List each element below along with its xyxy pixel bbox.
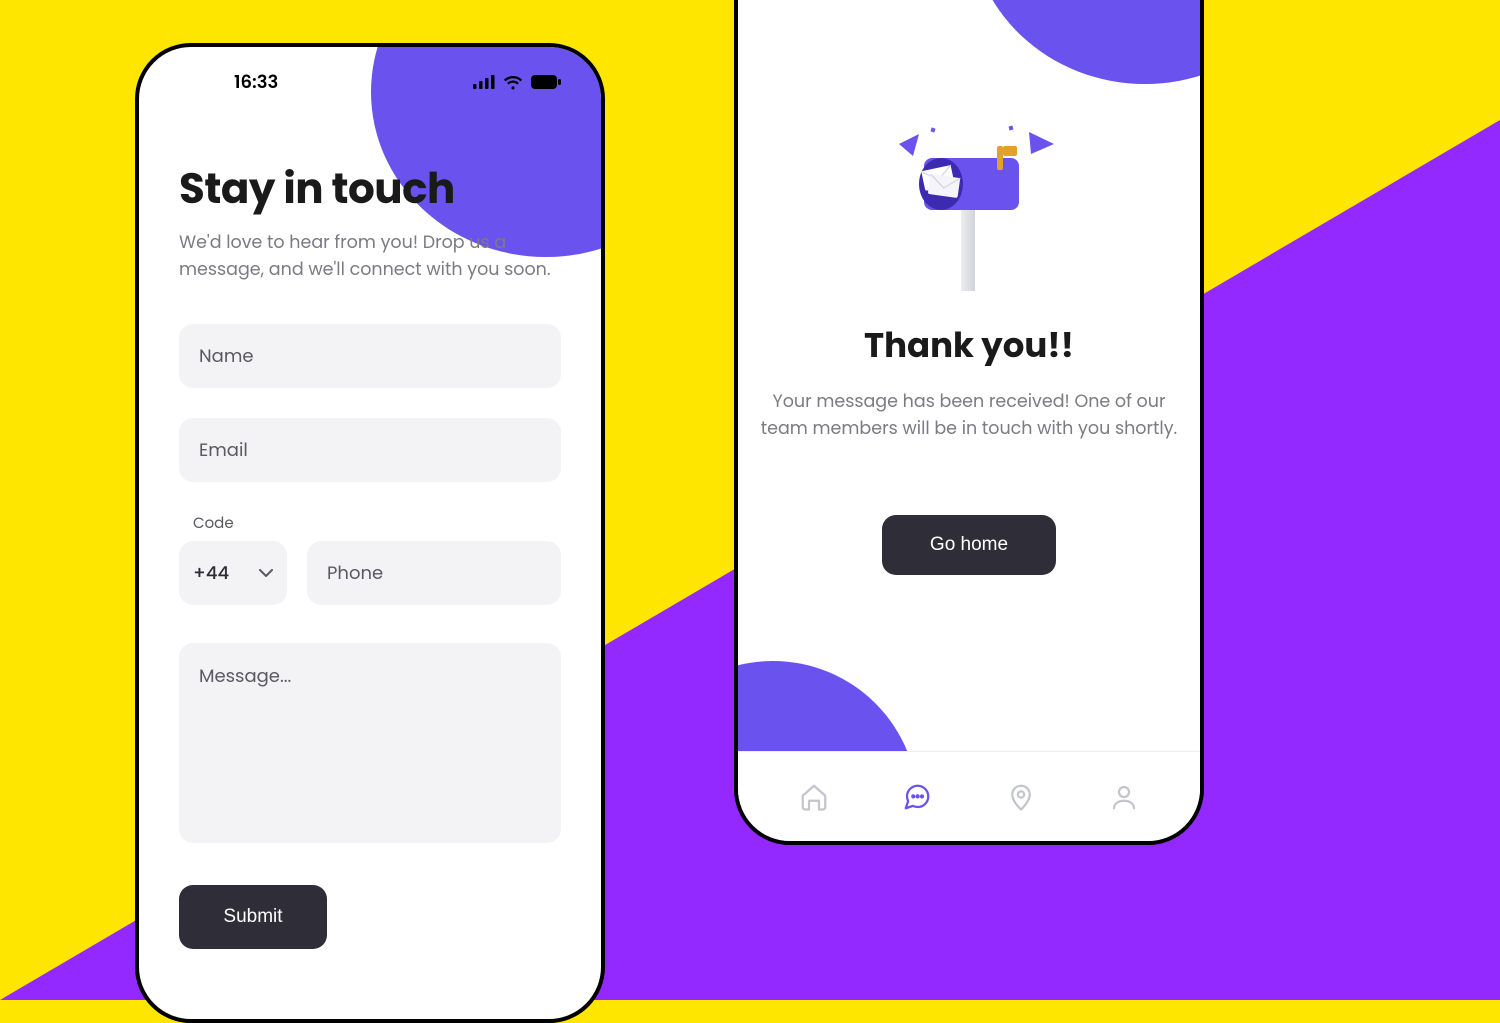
chevron-down-icon bbox=[259, 569, 273, 578]
name-placeholder: Name bbox=[199, 343, 254, 370]
message-field[interactable]: Message... bbox=[179, 643, 561, 843]
code-value: +44 bbox=[193, 560, 229, 587]
nav-chat[interactable] bbox=[898, 778, 936, 816]
phone-frame-contact: 16:33 Stay in touch We'd love to hear fr… bbox=[135, 43, 605, 1023]
name-field[interactable]: Name bbox=[179, 324, 561, 388]
page-title: Stay in touch bbox=[179, 157, 561, 220]
cellular-signal-icon bbox=[473, 75, 495, 89]
location-pin-icon bbox=[1006, 782, 1036, 812]
bottom-nav bbox=[738, 751, 1200, 841]
phone-frame-thankyou: Thank you!! Your message has been receiv… bbox=[734, 0, 1204, 845]
submit-label: Submit bbox=[223, 906, 282, 928]
status-time: 16:33 bbox=[234, 69, 278, 96]
nav-profile[interactable] bbox=[1105, 778, 1143, 816]
phone-placeholder: Phone bbox=[327, 560, 383, 587]
go-home-label: Go home bbox=[930, 534, 1008, 556]
page-subtitle: We'd love to hear from you! Drop us a me… bbox=[179, 230, 559, 284]
status-icons bbox=[473, 75, 561, 90]
status-bar: 16:33 bbox=[139, 47, 601, 99]
accent-corner-top-right bbox=[970, 0, 1204, 84]
wifi-icon bbox=[503, 75, 523, 90]
thankyou-subtitle: Your message has been received! One of o… bbox=[760, 389, 1178, 443]
chat-icon bbox=[902, 782, 932, 812]
home-icon bbox=[799, 782, 829, 812]
message-placeholder: Message... bbox=[199, 664, 291, 689]
go-home-button[interactable]: Go home bbox=[882, 515, 1056, 575]
code-label: Code bbox=[179, 512, 287, 535]
submit-button[interactable]: Submit bbox=[179, 885, 327, 949]
profile-icon bbox=[1109, 782, 1139, 812]
email-placeholder: Email bbox=[199, 437, 248, 464]
nav-location[interactable] bbox=[1002, 778, 1040, 816]
mailbox-illustration bbox=[879, 124, 1059, 294]
contact-form: Name Email Code +44 Phone Message... Sub… bbox=[179, 324, 561, 949]
phone-field[interactable]: Phone bbox=[307, 541, 561, 605]
country-code-select[interactable]: +44 bbox=[179, 541, 287, 605]
thankyou-title: Thank you!! bbox=[738, 320, 1200, 371]
phone-row: Code +44 Phone bbox=[179, 512, 561, 605]
battery-icon bbox=[531, 75, 561, 89]
email-field[interactable]: Email bbox=[179, 418, 561, 482]
nav-home[interactable] bbox=[795, 778, 833, 816]
